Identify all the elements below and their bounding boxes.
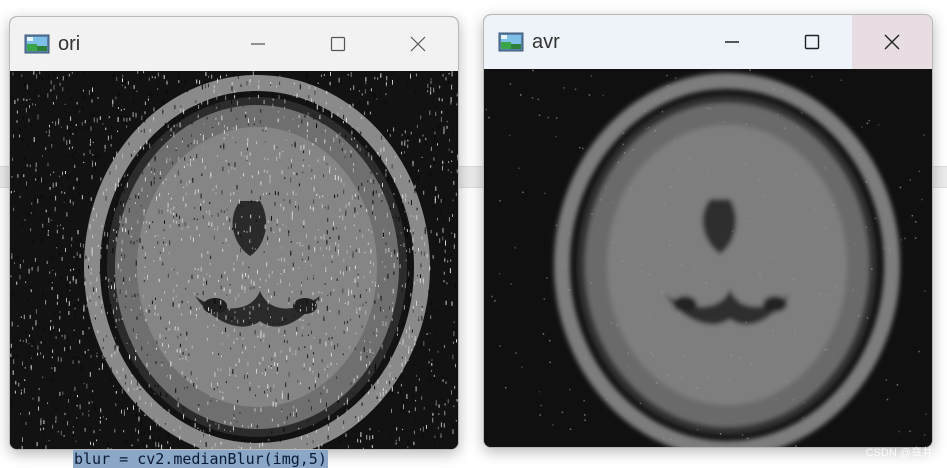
mri-image-noisy: [10, 71, 458, 449]
window-ori[interactable]: ori: [9, 16, 459, 450]
window-avr[interactable]: avr: [483, 14, 933, 448]
mri-image-blurred: [484, 69, 932, 447]
close-button[interactable]: [378, 17, 458, 71]
app-image-icon: [498, 32, 524, 52]
window-title: avr: [532, 30, 560, 53]
code-line-highlighted[interactable]: blur = cv2.medianBlur(img,5): [73, 450, 328, 468]
titlebar-ori[interactable]: ori: [10, 17, 458, 71]
maximize-icon: [804, 34, 820, 50]
maximize-button[interactable]: [298, 17, 378, 71]
close-icon: [410, 36, 426, 52]
window-title: ori: [58, 32, 81, 55]
titlebar-avr[interactable]: avr: [484, 15, 932, 69]
image-view-avr: [484, 69, 932, 447]
maximize-button[interactable]: [772, 15, 852, 69]
app-image-icon: [24, 34, 50, 54]
minimize-icon: [725, 41, 739, 43]
close-button[interactable]: [852, 15, 932, 69]
maximize-icon: [330, 36, 346, 52]
watermark-text: CSDN @章井: [865, 447, 933, 459]
minimize-button[interactable]: [692, 15, 772, 69]
minimize-icon: [251, 43, 265, 45]
close-icon: [884, 34, 900, 50]
image-view-ori: [10, 71, 458, 449]
minimize-button[interactable]: [218, 17, 298, 71]
